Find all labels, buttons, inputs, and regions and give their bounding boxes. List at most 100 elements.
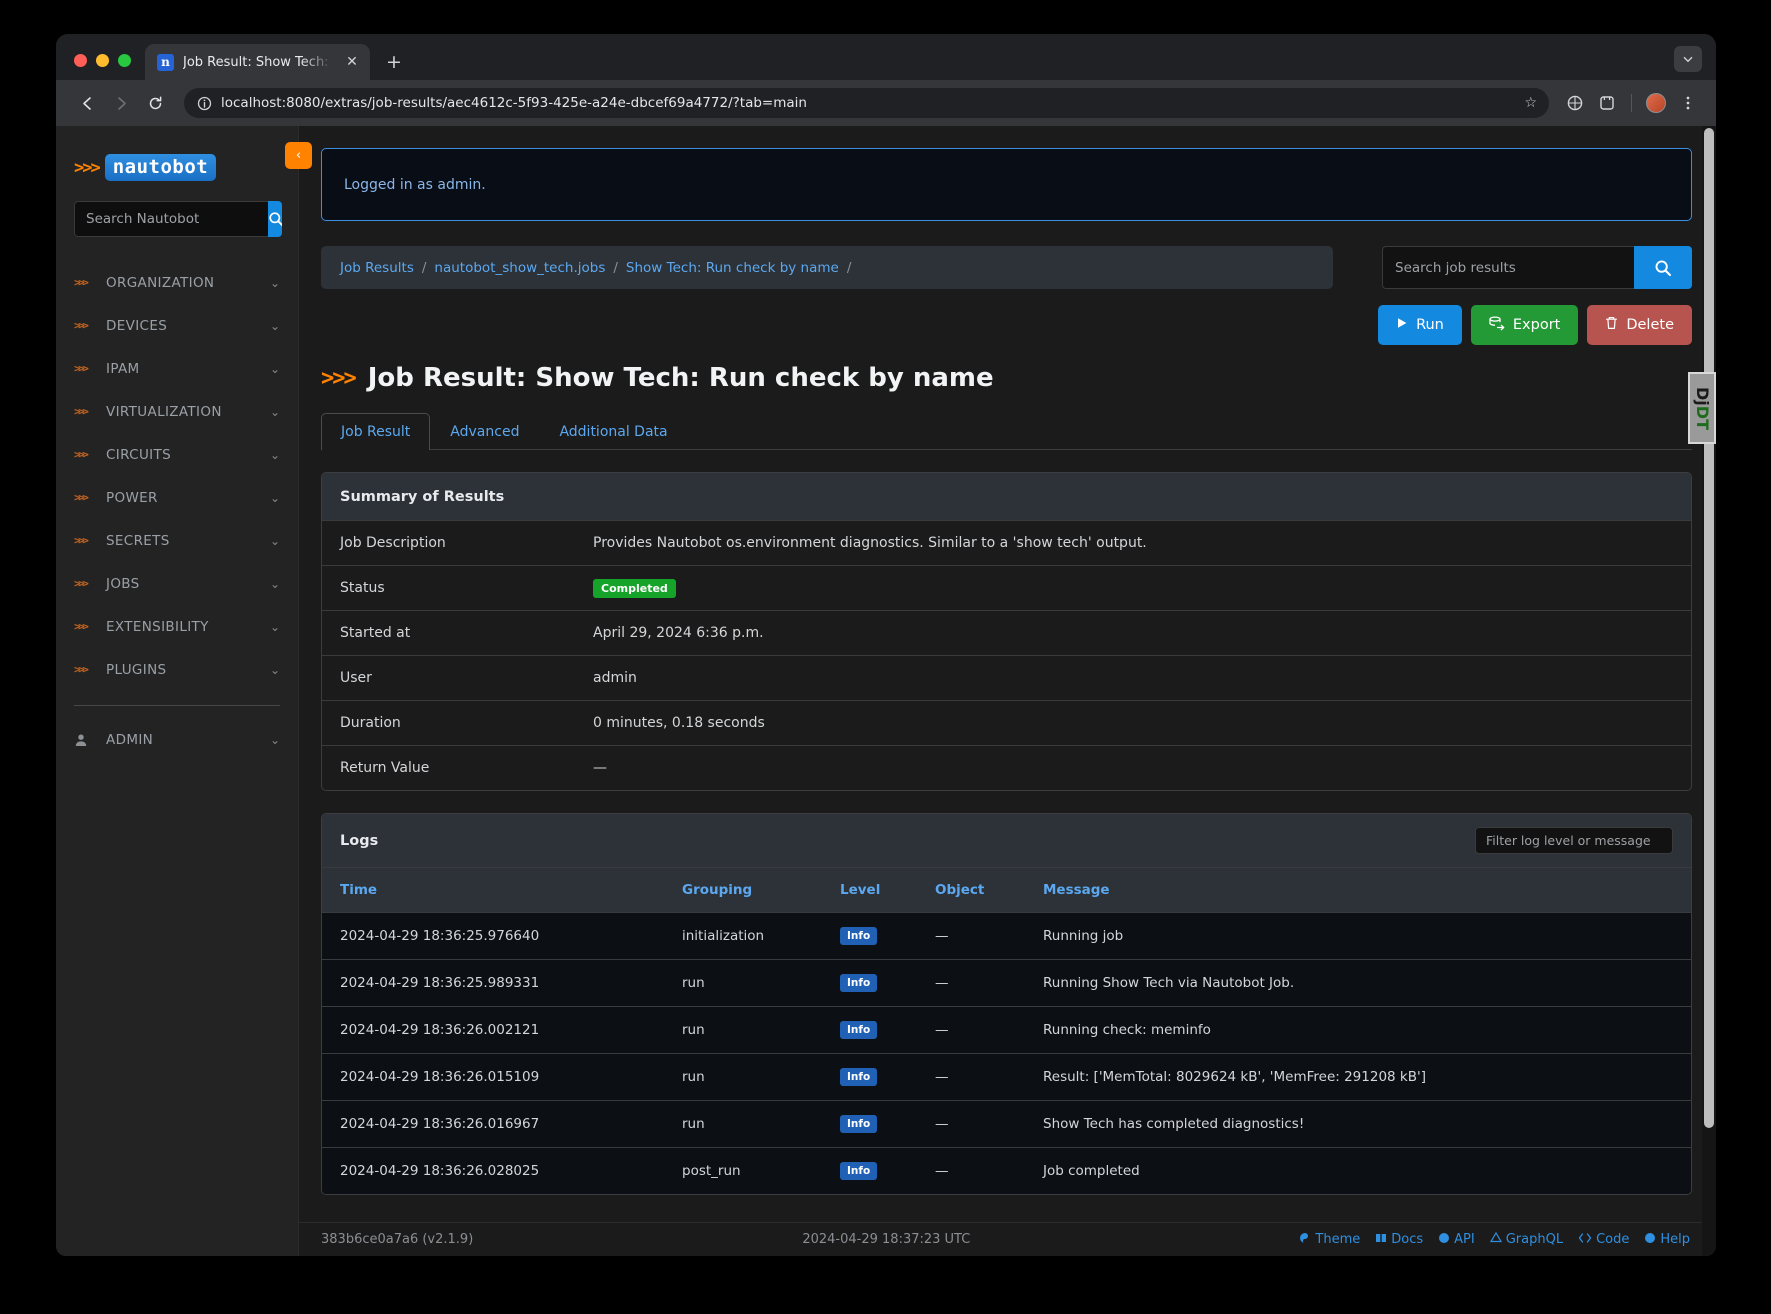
browser-tab[interactable]: n Job Result: Show Tech: Run c ✕ (145, 44, 370, 80)
sidebar-item-admin[interactable]: ADMIN ⌄ (56, 718, 298, 761)
breadcrumb-item-module[interactable]: nautobot_show_tech.jobs (434, 260, 605, 276)
sidebar-item-devices[interactable]: >>> DEVICES ⌄ (56, 304, 298, 347)
run-button[interactable]: Run (1378, 305, 1462, 345)
log-grouping: run (672, 1100, 830, 1148)
help-icon (1644, 1232, 1656, 1248)
address-bar[interactable]: localhost:8080/extras/job-results/aec461… (184, 88, 1549, 118)
footer-link-docs[interactable]: Docs (1375, 1232, 1423, 1248)
brand-logo[interactable]: >>> nautobot (56, 126, 298, 181)
tracking-protection-icon[interactable] (1561, 89, 1589, 117)
book-icon (1375, 1232, 1387, 1248)
breadcrumb-item-job-results[interactable]: Job Results (340, 260, 414, 276)
footer-link-help[interactable]: Help (1644, 1232, 1690, 1248)
site-info-icon[interactable] (197, 96, 212, 111)
job-results-search-button[interactable] (1634, 246, 1692, 289)
scrollbar-thumb[interactable] (1704, 128, 1714, 1128)
log-grouping: initialization (672, 912, 830, 960)
maximize-window-button[interactable] (118, 54, 131, 67)
sidebar-divider (74, 705, 280, 706)
summary-row: Status Completed (322, 565, 1691, 610)
brand-name: nautobot (104, 154, 217, 181)
new-tab-button[interactable]: + (379, 47, 409, 77)
page-title-text: Job Result: Show Tech: Run check by name (367, 363, 994, 393)
log-time: 2024-04-29 18:36:26.002121 (322, 1006, 672, 1054)
summary-row: Duration 0 minutes, 0.18 seconds (322, 700, 1691, 745)
page-footer: 383b6ce0a7a6 (v2.1.9) 2024-04-29 18:37:2… (299, 1222, 1716, 1256)
summary-row: Started at April 29, 2024 6:36 p.m. (322, 610, 1691, 655)
extensions-icon[interactable] (1593, 89, 1621, 117)
sidebar-item-label: CIRCUITS (106, 446, 172, 463)
log-object: — (925, 912, 1033, 960)
footer-link-api[interactable]: API (1438, 1232, 1475, 1248)
tab-additional-data[interactable]: Additional Data (539, 413, 687, 450)
footer-link-graphql[interactable]: GraphQL (1489, 1231, 1563, 1248)
close-tab-icon[interactable]: ✕ (343, 53, 361, 71)
column-header-message[interactable]: Message (1033, 867, 1691, 913)
column-header-level[interactable]: Level (830, 867, 925, 913)
summary-value: Completed (593, 578, 1673, 598)
reload-button[interactable] (140, 88, 170, 118)
summary-key: User (340, 670, 372, 686)
profile-avatar[interactable] (1642, 89, 1670, 117)
breadcrumb-separator: / (421, 259, 427, 276)
window-controls (56, 54, 145, 80)
level-badge: Info (840, 1068, 878, 1086)
footer-link-label: Code (1596, 1232, 1630, 1247)
export-button[interactable]: Export (1470, 305, 1579, 345)
django-debug-toolbar-tab[interactable]: DjDT (1688, 372, 1716, 444)
tab-advanced[interactable]: Advanced (430, 413, 539, 450)
sidebar-collapse-button[interactable]: ‹ (285, 142, 312, 169)
table-row: 2024-04-29 18:36:26.028025 post_run Info… (322, 1147, 1691, 1194)
forward-button[interactable] (106, 88, 136, 118)
theme-icon (1299, 1232, 1311, 1248)
sidebar-item-virtualization[interactable]: >>> VIRTUALIZATION ⌄ (56, 390, 298, 433)
close-window-button[interactable] (74, 54, 87, 67)
column-header-time[interactable]: Time (322, 867, 672, 913)
tab-job-result[interactable]: Job Result (321, 413, 431, 450)
table-row: 2024-04-29 18:36:25.976640 initializatio… (322, 912, 1691, 960)
chevron-down-icon[interactable] (1674, 46, 1702, 72)
back-button[interactable] (72, 88, 102, 118)
chevron-down-icon: ⌄ (269, 662, 280, 677)
chevron-down-icon: ⌄ (269, 318, 280, 333)
sidebar-item-jobs[interactable]: >>> JOBS ⌄ (56, 562, 298, 605)
minimize-window-button[interactable] (96, 54, 109, 67)
sidebar-item-circuits[interactable]: >>> CIRCUITS ⌄ (56, 433, 298, 476)
browser-menu-icon[interactable] (1674, 89, 1702, 117)
summary-value: Provides Nautobot os.environment diagnos… (593, 535, 1147, 551)
footer-timestamp: 2024-04-29 18:37:23 UTC (802, 1232, 971, 1247)
bookmark-star-icon[interactable]: ☆ (1524, 95, 1537, 111)
log-message: Running Show Tech via Nautobot Job. (1033, 959, 1691, 1007)
summary-value: admin (593, 670, 637, 686)
sidebar-item-organization[interactable]: >>> ORGANIZATION ⌄ (56, 261, 298, 304)
sidebar-item-power[interactable]: >>> POWER ⌄ (56, 476, 298, 519)
footer-link-label: Help (1660, 1232, 1690, 1247)
sidebar-item-ipam[interactable]: >>> IPAM ⌄ (56, 347, 298, 390)
browser-toolbar: localhost:8080/extras/job-results/aec461… (56, 80, 1716, 126)
chevron-down-icon: ⌄ (269, 576, 280, 591)
page-scrollbar[interactable] (1702, 126, 1716, 1256)
sidebar-item-plugins[interactable]: >>> PLUGINS ⌄ (56, 648, 298, 691)
breadcrumb-item-job[interactable]: Show Tech: Run check by name (626, 260, 839, 276)
sidebar-item-secrets[interactable]: >>> SECRETS ⌄ (56, 519, 298, 562)
footer-link-label: Docs (1391, 1232, 1424, 1247)
column-header-object[interactable]: Object (925, 867, 1033, 913)
log-time: 2024-04-29 18:36:25.976640 (322, 912, 672, 960)
code-icon (1578, 1232, 1592, 1248)
sidebar-item-extensibility[interactable]: >>> EXTENSIBILITY ⌄ (56, 605, 298, 648)
chevron-down-icon: ⌄ (269, 447, 280, 462)
column-header-grouping[interactable]: Grouping (672, 867, 830, 913)
job-results-search (1382, 246, 1692, 289)
breadcrumb-row: Job Results / nautobot_show_tech.jobs / … (321, 246, 1692, 289)
job-results-search-input[interactable] (1382, 246, 1634, 289)
chevrons-icon: >>> (74, 663, 89, 676)
delete-button[interactable]: Delete (1587, 305, 1692, 345)
logs-table: Time Grouping Level Object Message 2024-… (322, 867, 1691, 1194)
logs-panel: Logs Time Grouping Level Object Message (321, 813, 1692, 1195)
footer-link-theme[interactable]: Theme (1299, 1232, 1360, 1248)
search-button[interactable] (268, 201, 282, 237)
search-input[interactable] (74, 201, 268, 237)
log-level: Info (830, 912, 925, 960)
log-filter-input[interactable] (1475, 827, 1673, 854)
footer-link-code[interactable]: Code (1578, 1232, 1629, 1248)
